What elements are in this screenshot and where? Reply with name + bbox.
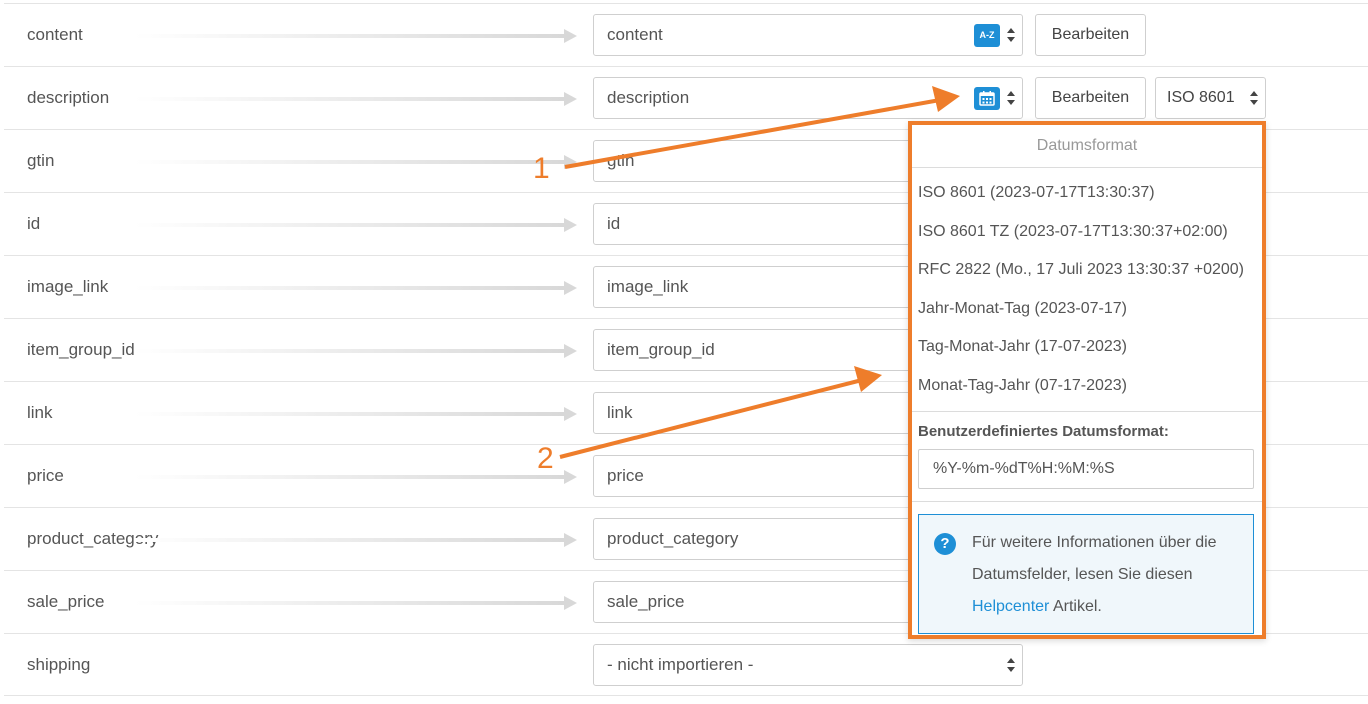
- info-box: ? Für weitere Informationen über die Dat…: [918, 514, 1254, 634]
- mapping-arrow-icon: [134, 470, 577, 484]
- field-label: content: [27, 25, 83, 44]
- date-format-dropdown: Datumsformat ISO 8601 (2023-07-17T13:30:…: [908, 121, 1266, 639]
- custom-format-input[interactable]: [918, 449, 1254, 489]
- field-label: shipping: [27, 655, 91, 674]
- source-field-select[interactable]: content A-Z: [593, 14, 1023, 56]
- field-label: description: [27, 88, 110, 107]
- date-format-option[interactable]: RFC 2822 (Mo., 17 Juli 2023 13:30:37 +02…: [912, 251, 1262, 290]
- select-caret-icon: [1250, 91, 1258, 105]
- field-label: id: [27, 214, 41, 233]
- date-format-select[interactable]: ISO 8601: [1155, 77, 1266, 119]
- annotation-number-2: 2: [537, 442, 554, 475]
- dropdown-title: Datumsformat: [912, 125, 1262, 168]
- select-caret-icon: [1007, 28, 1015, 42]
- edit-button[interactable]: Bearbeiten: [1035, 14, 1146, 56]
- mapping-arrow-icon: [134, 596, 577, 610]
- field-label: link: [27, 403, 53, 422]
- field-label: image_link: [27, 277, 109, 296]
- mapping-arrow-icon: [134, 29, 577, 43]
- mapping-arrow-icon: [134, 533, 577, 547]
- question-icon: ?: [934, 533, 956, 555]
- select-caret-icon: [1007, 658, 1015, 672]
- date-format-option[interactable]: ISO 8601 TZ (2023-07-17T13:30:37+02:00): [912, 213, 1262, 252]
- source-field-select[interactable]: description: [593, 77, 1023, 119]
- field-label: item_group_id: [27, 340, 135, 359]
- select-caret-icon: [1007, 91, 1015, 105]
- mapping-row-shipping: shipping - nicht importieren -: [4, 633, 1368, 696]
- az-icon[interactable]: A-Z: [974, 24, 1000, 47]
- field-label: price: [27, 466, 64, 485]
- date-format-options: ISO 8601 (2023-07-17T13:30:37) ISO 8601 …: [912, 168, 1262, 412]
- date-format-option[interactable]: Jahr-Monat-Tag (2023-07-17): [912, 290, 1262, 329]
- source-field-select[interactable]: - nicht importieren -: [593, 644, 1023, 686]
- field-label: gtin: [27, 151, 55, 170]
- annotation-number-1: 1: [533, 152, 550, 185]
- mapping-arrow-icon: [134, 281, 577, 295]
- calendar-icon[interactable]: [974, 87, 1000, 110]
- mapping-arrow-icon: [134, 92, 577, 106]
- mapping-row-content: content content A-Z Bearbeiten: [4, 3, 1368, 66]
- info-text: Für weitere Informationen über die Datum…: [972, 534, 1217, 615]
- edit-button[interactable]: Bearbeiten: [1035, 77, 1146, 119]
- divider: [912, 501, 1262, 502]
- mapping-arrow-icon: [134, 218, 577, 232]
- mapping-arrow-icon: [134, 155, 577, 169]
- helpcenter-link[interactable]: Helpcenter: [972, 598, 1049, 615]
- date-format-option[interactable]: Monat-Tag-Jahr (07-17-2023): [912, 367, 1262, 406]
- field-label: sale_price: [27, 592, 105, 611]
- date-format-option[interactable]: Tag-Monat-Jahr (17-07-2023): [912, 328, 1262, 367]
- date-format-option[interactable]: ISO 8601 (2023-07-17T13:30:37): [912, 174, 1262, 213]
- mapping-arrow-icon: [134, 344, 577, 358]
- mapping-row-description: description description Bearbeiten ISO 8…: [4, 66, 1368, 129]
- mapping-arrow-icon: [134, 407, 577, 421]
- custom-format-label: Benutzerdefiniertes Datumsformat:: [918, 423, 1169, 440]
